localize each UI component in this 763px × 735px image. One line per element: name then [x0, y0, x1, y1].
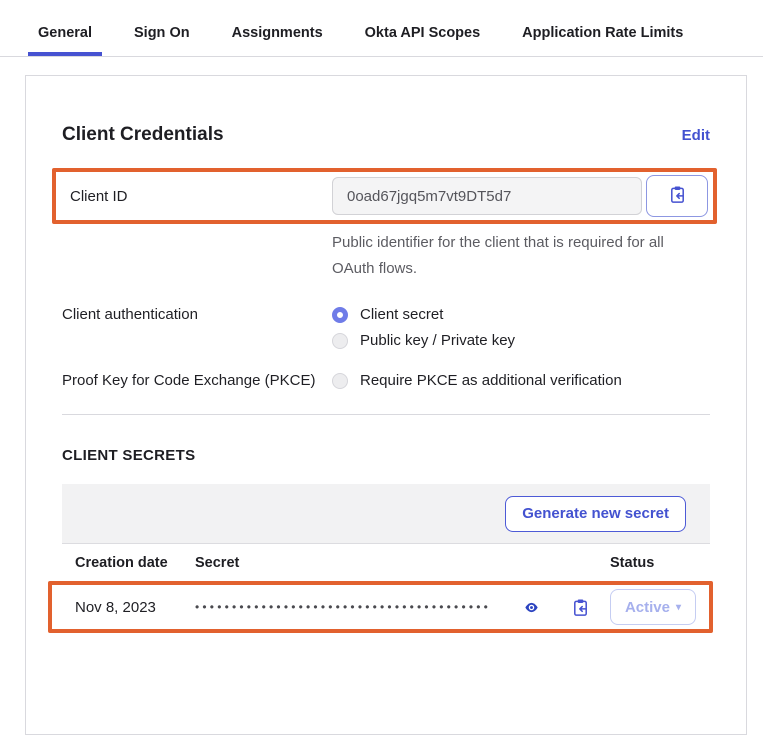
client-secrets-toolbar: Generate new secret	[62, 484, 710, 544]
tab-general[interactable]: General	[28, 25, 102, 56]
secret-creation-date: Nov 8, 2023	[75, 599, 195, 616]
checkbox-unchecked-icon[interactable]	[332, 373, 348, 389]
copy-secret-clipboard-icon[interactable]	[570, 597, 590, 617]
radio-unselected-icon[interactable]	[332, 333, 348, 349]
tab-application-rate-limits[interactable]: Application Rate Limits	[512, 25, 693, 56]
radio-public-private-key[interactable]: Public key / Private key	[332, 330, 515, 352]
radio-selected-icon[interactable]	[332, 307, 348, 323]
client-authentication-label: Client authentication	[62, 304, 332, 323]
secret-cell: ••••••••••••••••••••••••••••••••••••••••	[195, 596, 610, 618]
client-authentication-row: Client authentication Client secret Publ…	[62, 304, 710, 352]
masked-secret-value: ••••••••••••••••••••••••••••••••••••••••	[195, 600, 520, 614]
pkce-checkbox-label: Require PKCE as additional verification	[360, 370, 622, 392]
copy-client-id-button[interactable]	[646, 175, 708, 217]
header-status: Status	[610, 555, 710, 571]
header-secret: Secret	[195, 555, 610, 571]
pkce-row: Proof Key for Code Exchange (PKCE) Requi…	[62, 370, 710, 392]
general-settings-card: Client Credentials Edit Client ID	[25, 75, 747, 735]
radio-client-secret[interactable]: Client secret	[332, 304, 515, 326]
tab-assignments[interactable]: Assignments	[222, 25, 333, 56]
edit-link[interactable]: Edit	[682, 127, 710, 144]
client-id-label: Client ID	[70, 188, 332, 205]
tab-okta-api-scopes[interactable]: Okta API Scopes	[355, 25, 491, 56]
section-divider	[62, 414, 710, 415]
pkce-checkbox-option[interactable]: Require PKCE as additional verification	[332, 370, 622, 392]
chevron-down-icon: ▾	[676, 602, 681, 613]
secrets-table-header: Creation date Secret Status	[62, 544, 710, 581]
radio-client-secret-label: Client secret	[360, 304, 443, 326]
pkce-label: Proof Key for Code Exchange (PKCE)	[62, 370, 332, 389]
tab-bar: General Sign On Assignments Okta API Sco…	[0, 0, 763, 57]
tab-sign-on[interactable]: Sign On	[124, 25, 200, 56]
client-id-help-text: Public identifier for the client that is…	[332, 230, 666, 282]
client-credentials-header: Client Credentials Edit	[62, 124, 710, 146]
client-credentials-title: Client Credentials	[62, 124, 224, 146]
client-id-highlight-box: Client ID	[52, 168, 717, 224]
status-active-dropdown[interactable]: Active ▾	[610, 589, 696, 625]
clipboard-paste-icon	[668, 185, 687, 207]
radio-public-private-key-label: Public key / Private key	[360, 330, 515, 352]
secret-row-highlight-box: Nov 8, 2023 ••••••••••••••••••••••••••••…	[48, 581, 713, 633]
status-label: Active	[625, 599, 670, 616]
client-secrets-title: CLIENT SECRETS	[62, 447, 710, 464]
header-creation-date: Creation date	[62, 555, 195, 571]
eye-icon[interactable]	[520, 596, 542, 618]
client-id-group	[332, 175, 708, 217]
client-id-input[interactable]	[332, 177, 642, 215]
generate-new-secret-button[interactable]: Generate new secret	[505, 496, 686, 532]
